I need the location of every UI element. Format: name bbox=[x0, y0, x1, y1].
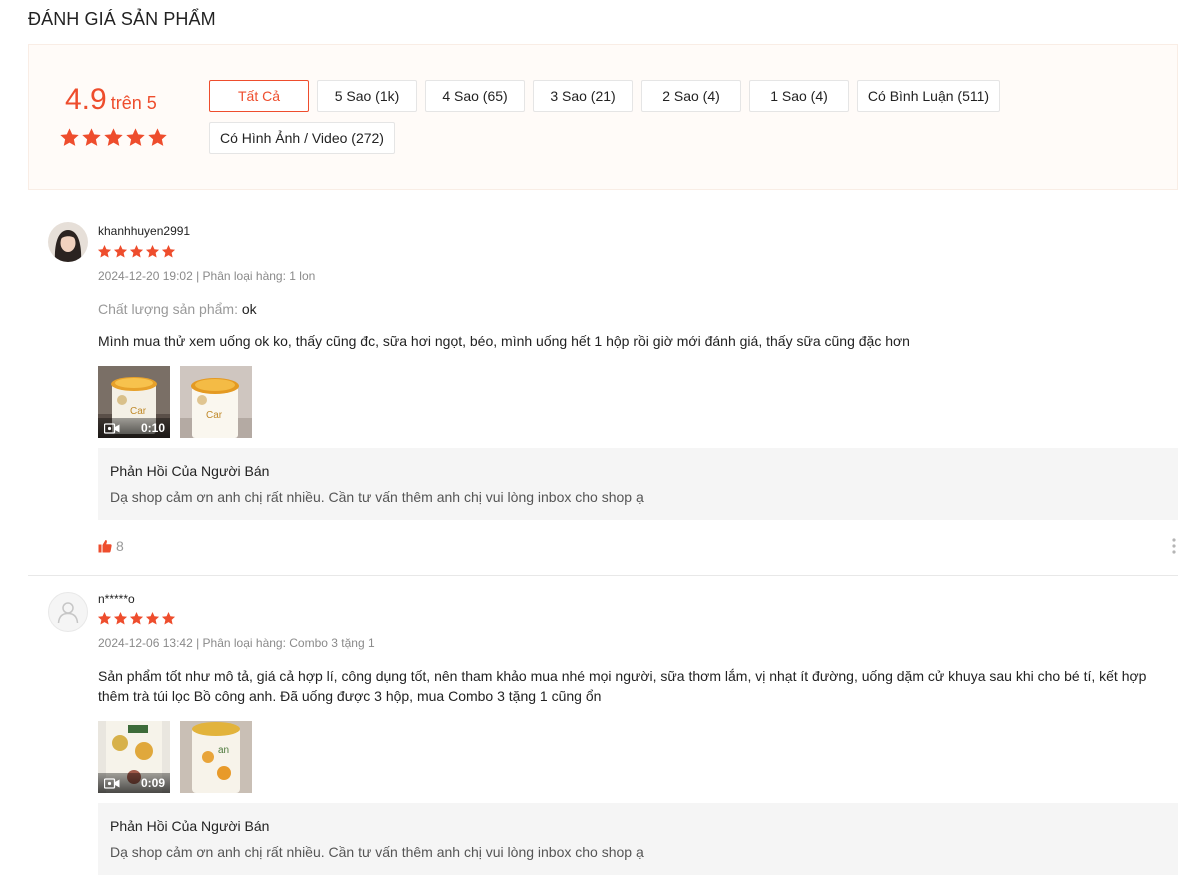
rating-score: 4.9 trên 5 bbox=[65, 83, 157, 117]
star-icon bbox=[129, 611, 144, 626]
review-stars bbox=[97, 244, 176, 259]
user-photo-icon bbox=[48, 222, 88, 262]
like-count: 8 bbox=[116, 538, 124, 554]
star-icon bbox=[103, 127, 124, 148]
rating-overview: 4.9 trên 5 Tất Cả 5 Sao (1k) 4 Sao (65) 3… bbox=[28, 44, 1178, 190]
star-icon bbox=[147, 127, 168, 148]
filter-4-star[interactable]: 4 Sao (65) bbox=[425, 80, 525, 112]
review-photo-thumbnail[interactable]: an bbox=[180, 721, 252, 793]
product-can-image: an bbox=[180, 721, 252, 793]
star-icon bbox=[97, 244, 112, 259]
review-video-thumbnail[interactable]: 0:09 bbox=[98, 721, 170, 793]
svg-text:Car: Car bbox=[130, 406, 147, 417]
review-stars bbox=[97, 611, 176, 626]
video-overlay: 0:10 bbox=[98, 418, 170, 438]
review-photo-thumbnail[interactable]: Car bbox=[180, 366, 252, 438]
filter-all[interactable]: Tất Cả bbox=[209, 80, 309, 112]
filter-5-star[interactable]: 5 Sao (1k) bbox=[317, 80, 417, 112]
default-user-icon bbox=[57, 602, 79, 624]
seller-reply-title: Phản Hồi Của Người Bán bbox=[110, 463, 270, 479]
video-duration: 0:09 bbox=[140, 776, 165, 790]
rating-value: 4.9 bbox=[65, 83, 107, 116]
filter-1-star[interactable]: 1 Sao (4) bbox=[749, 80, 849, 112]
filter-with-media[interactable]: Có Hình Ảnh / Video (272) bbox=[209, 122, 395, 154]
reviewer-username[interactable]: n*****o bbox=[98, 592, 135, 606]
attribute-value: ok bbox=[241, 301, 257, 317]
star-icon bbox=[161, 611, 176, 626]
video-overlay: 0:09 bbox=[98, 773, 170, 793]
review-meta: 2024-12-20 19:02 | Phân loại hàng: 1 lon bbox=[98, 269, 316, 283]
star-icon bbox=[129, 244, 144, 259]
filter-3-star[interactable]: 3 Sao (21) bbox=[533, 80, 633, 112]
star-icon bbox=[145, 244, 160, 259]
attribute-label: Chất lượng sản phẩm: bbox=[98, 301, 238, 317]
video-duration: 0:10 bbox=[140, 421, 165, 435]
review-text-line: thêm trà túi lọc Bồ công anh. Đã uống đư… bbox=[98, 688, 602, 704]
seller-reply: Phản Hồi Của Người Bán Dạ shop cảm ơn an… bbox=[98, 448, 1178, 520]
seller-reply-title: Phản Hồi Của Người Bán bbox=[110, 818, 270, 834]
seller-reply-text: Dạ shop cảm ơn anh chị rất nhiều. Cần tư… bbox=[110, 489, 644, 505]
seller-reply-text: Dạ shop cảm ơn anh chị rất nhiều. Cần tư… bbox=[110, 844, 644, 860]
star-icon bbox=[161, 244, 176, 259]
filter-with-comment[interactable]: Có Bình Luận (511) bbox=[857, 80, 1000, 112]
star-icon bbox=[113, 244, 128, 259]
star-icon bbox=[145, 611, 160, 626]
reviewer-username[interactable]: khanhhuyen2991 bbox=[98, 224, 190, 238]
video-camera-icon bbox=[104, 778, 120, 789]
review-divider bbox=[28, 575, 1178, 576]
thumbs-up-icon bbox=[98, 540, 112, 553]
star-icon bbox=[125, 127, 146, 148]
svg-text:Car: Car bbox=[206, 410, 223, 421]
product-can-image: Car bbox=[180, 366, 252, 438]
video-camera-icon bbox=[104, 423, 120, 434]
filter-2-star[interactable]: 2 Sao (4) bbox=[641, 80, 741, 112]
star-icon bbox=[59, 127, 80, 148]
star-icon bbox=[113, 611, 128, 626]
review-text-line: Sản phẩm tốt như mô tả, giá cả hợp lí, c… bbox=[98, 668, 1147, 684]
page-title: ĐÁNH GIÁ SẢN PHẨM bbox=[28, 9, 216, 29]
review-attribute: Chất lượng sản phẩm: ok bbox=[98, 301, 257, 317]
star-icon bbox=[97, 611, 112, 626]
like-button[interactable]: 8 bbox=[98, 538, 124, 554]
review-text: Mình mua thử xem uống ok ko, thấy cũng đ… bbox=[98, 333, 910, 349]
star-icon bbox=[81, 127, 102, 148]
more-options-icon[interactable] bbox=[1171, 538, 1177, 554]
svg-text:an: an bbox=[218, 745, 229, 756]
review-video-thumbnail[interactable]: Car 0:10 bbox=[98, 366, 170, 438]
seller-reply: Phản Hồi Của Người Bán Dạ shop cảm ơn an… bbox=[98, 803, 1178, 875]
review-text: Sản phẩm tốt như mô tả, giá cả hợp lí, c… bbox=[98, 666, 1168, 706]
avatar[interactable] bbox=[48, 222, 88, 262]
overview-stars bbox=[59, 127, 168, 148]
avatar[interactable] bbox=[48, 592, 88, 632]
rating-suffix: trên 5 bbox=[110, 93, 157, 113]
review-meta: 2024-12-06 13:42 | Phân loại hàng: Combo… bbox=[98, 636, 375, 650]
